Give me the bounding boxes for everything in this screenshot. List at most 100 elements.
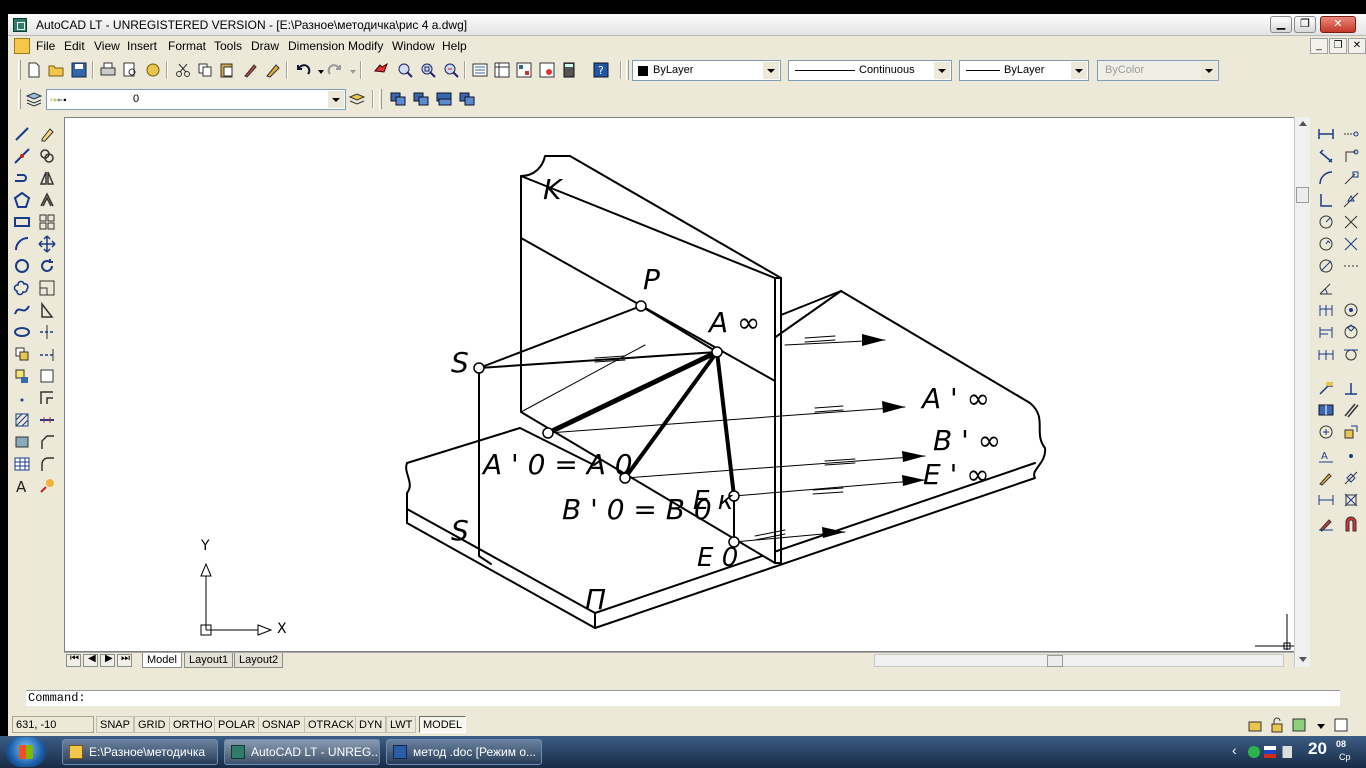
snap-parallel-icon[interactable]: [1342, 401, 1360, 419]
new-file-icon[interactable]: [25, 61, 43, 79]
communication-center-icon[interactable]: [1246, 716, 1264, 734]
toolbar-grip[interactable]: [379, 89, 382, 109]
snap-apparent-intersection-icon[interactable]: [1342, 235, 1360, 253]
first-tab-button[interactable]: ⏮: [66, 653, 81, 667]
dimension-edit-icon[interactable]: A: [1317, 447, 1335, 465]
match-properties-icon[interactable]: [242, 61, 260, 79]
menu-format[interactable]: Format: [168, 39, 206, 53]
snap-node-icon[interactable]: [1342, 447, 1360, 465]
tool-palettes-icon[interactable]: [515, 61, 533, 79]
vertical-scroll-thumb[interactable]: [1296, 187, 1309, 203]
gradient-icon[interactable]: [13, 433, 31, 451]
angular-dimension-icon[interactable]: [1317, 279, 1335, 297]
osnap-settings-icon[interactable]: [1342, 515, 1360, 533]
lineweight-control[interactable]: ByLayer: [959, 60, 1089, 81]
taskbar-item-autocad[interactable]: AutoCAD LT - UNREG...: [224, 739, 380, 765]
baseline-dimension-icon[interactable]: [1317, 323, 1335, 341]
viewport-icon-3[interactable]: [435, 90, 453, 108]
scroll-up-icon[interactable]: [1299, 121, 1307, 126]
save-icon[interactable]: [70, 61, 88, 79]
polygon-icon[interactable]: [13, 191, 31, 209]
polar-toggle[interactable]: POLAR: [214, 716, 260, 733]
viewport-icon-1[interactable]: [389, 90, 407, 108]
open-file-icon[interactable]: [47, 61, 65, 79]
last-tab-button[interactable]: ⏭: [117, 653, 132, 667]
snap-perpendicular-icon[interactable]: [1342, 379, 1360, 397]
show-hidden-icons-icon[interactable]: ‹: [1232, 742, 1244, 758]
table-icon[interactable]: [13, 455, 31, 473]
snap-extension-icon[interactable]: [1342, 257, 1360, 275]
join-icon[interactable]: [38, 411, 56, 429]
copy-object-icon[interactable]: [38, 147, 56, 165]
properties-icon[interactable]: [471, 61, 489, 79]
maximize-button[interactable]: ❐: [1294, 16, 1316, 33]
signal-icon[interactable]: [1280, 746, 1292, 758]
hatch-icon[interactable]: [13, 411, 31, 429]
zoom-previous-icon[interactable]: [442, 61, 460, 79]
zoom-realtime-icon[interactable]: [396, 61, 414, 79]
revision-cloud-icon[interactable]: [13, 279, 31, 297]
aligned-dimension-icon[interactable]: [1317, 147, 1335, 165]
move-icon[interactable]: [38, 235, 56, 253]
menu-draw[interactable]: Draw: [251, 39, 279, 53]
drawing-canvas[interactable]: K P A ∞ S S A ' ∞ B ' ∞ E ' ∞ A ' 0 = A …: [64, 117, 1302, 652]
spline-icon[interactable]: [13, 301, 31, 319]
insert-block-icon[interactable]: [13, 345, 31, 363]
snap-from-icon[interactable]: [1342, 147, 1360, 165]
close-button[interactable]: ✕: [1320, 16, 1356, 33]
chevron-down-icon[interactable]: [328, 91, 344, 108]
coordinates-display[interactable]: 631, -10: [12, 716, 94, 733]
break-at-point-icon[interactable]: [38, 367, 56, 385]
snap-tangent-icon[interactable]: [1342, 345, 1360, 363]
center-mark-icon[interactable]: [1317, 423, 1335, 441]
construction-line-icon[interactable]: [13, 147, 31, 165]
dimension-style-icon[interactable]: [1317, 515, 1335, 533]
viewport-icon-4[interactable]: [458, 90, 476, 108]
document-icon[interactable]: [14, 38, 30, 54]
viewport-icon-2[interactable]: [412, 90, 430, 108]
autocad-app-icon[interactable]: [13, 18, 27, 32]
jogged-dimension-icon[interactable]: [1317, 235, 1335, 253]
doc-restore-button[interactable]: ❐: [1329, 38, 1347, 54]
copy-icon[interactable]: [196, 61, 214, 79]
layer-control[interactable]: 0: [46, 89, 346, 110]
menu-edit[interactable]: Edit: [64, 39, 85, 53]
array-icon[interactable]: [38, 213, 56, 231]
layer-properties-icon[interactable]: [25, 90, 43, 108]
snap-toggle[interactable]: SNAP: [96, 716, 134, 733]
snap-center-icon[interactable]: [1342, 301, 1360, 319]
point-icon[interactable]: [13, 389, 31, 407]
horizontal-scrollbar[interactable]: [874, 654, 1284, 667]
mirror-icon[interactable]: [38, 169, 56, 187]
make-object-layer-current-icon[interactable]: [348, 90, 366, 108]
ortho-toggle[interactable]: ORTHO: [169, 716, 217, 733]
quick-dimension-icon[interactable]: [1317, 301, 1335, 319]
network-status-icon[interactable]: [1248, 746, 1260, 758]
tolerance-icon[interactable]: [1317, 401, 1335, 419]
diameter-dimension-icon[interactable]: [1317, 257, 1335, 275]
make-block-icon[interactable]: [13, 367, 31, 385]
radius-dimension-icon[interactable]: [1317, 213, 1335, 231]
menu-file[interactable]: File: [36, 39, 55, 53]
help-icon[interactable]: ?: [592, 61, 610, 79]
taskbar-item-word[interactable]: метод .doc [Режим о...: [386, 739, 542, 765]
fillet-icon[interactable]: [38, 455, 56, 473]
snap-nearest-icon[interactable]: [1342, 469, 1360, 487]
undo-icon[interactable]: [294, 61, 312, 79]
color-control[interactable]: ByLayer: [632, 60, 781, 81]
snap-midpoint-icon[interactable]: [1342, 191, 1360, 209]
horizontal-scroll-thumb[interactable]: [1047, 655, 1063, 667]
model-toggle[interactable]: MODEL: [419, 716, 467, 733]
otrack-toggle[interactable]: OTRACK: [304, 716, 358, 733]
menu-tools[interactable]: Tools: [214, 39, 242, 53]
snap-insert-icon[interactable]: [1342, 423, 1360, 441]
start-button[interactable]: [6, 737, 46, 767]
explode-icon[interactable]: [38, 477, 56, 495]
menu-insert[interactable]: Insert: [127, 39, 157, 53]
menu-modify[interactable]: Modify: [348, 39, 383, 53]
block-editor-icon[interactable]: [264, 61, 282, 79]
chevron-down-icon[interactable]: [1071, 62, 1087, 79]
extend-icon[interactable]: [38, 345, 56, 363]
redo-icon[interactable]: [326, 61, 344, 79]
pan-realtime-icon[interactable]: [372, 61, 390, 79]
